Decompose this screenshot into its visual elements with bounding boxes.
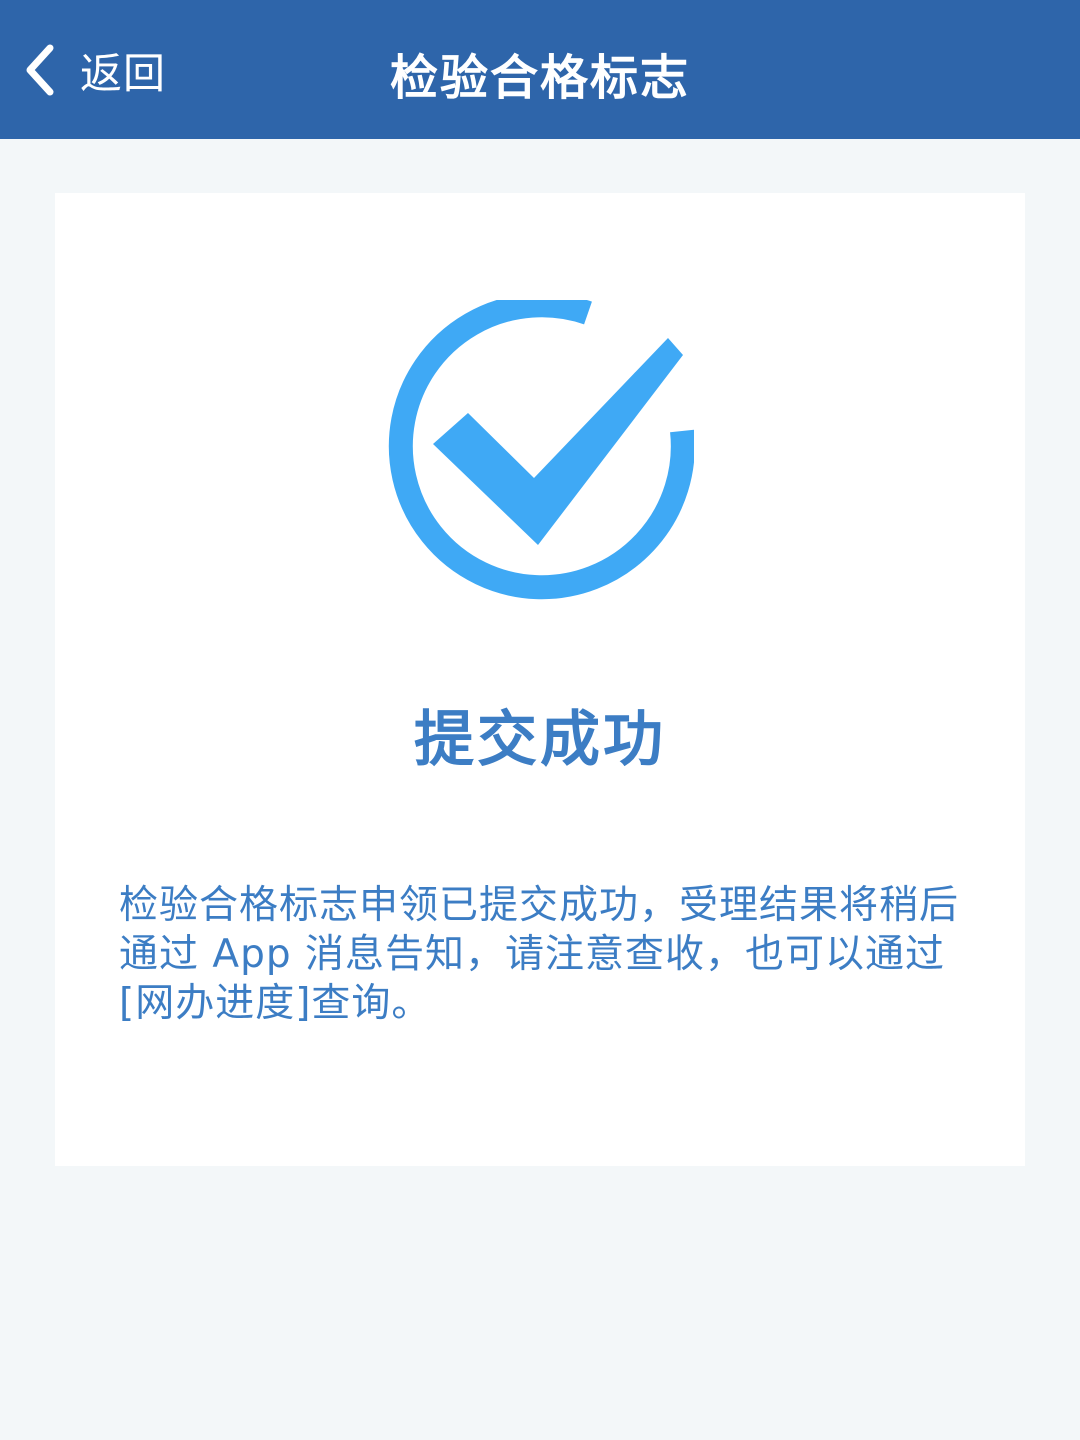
status-title: 提交成功 <box>414 705 666 775</box>
check-circle-icon <box>388 300 694 600</box>
app-header: 返回 检验合格标志 <box>0 0 1080 139</box>
status-message: 检验合格标志申领已提交成功，受理结果将稍后通过 App 消息告知，请注意查收，也… <box>119 883 960 1026</box>
page-title: 检验合格标志 <box>389 50 690 106</box>
result-card: 提交成功 检验合格标志申领已提交成功，受理结果将稍后通过 App 消息告知，请注… <box>55 193 1025 1166</box>
